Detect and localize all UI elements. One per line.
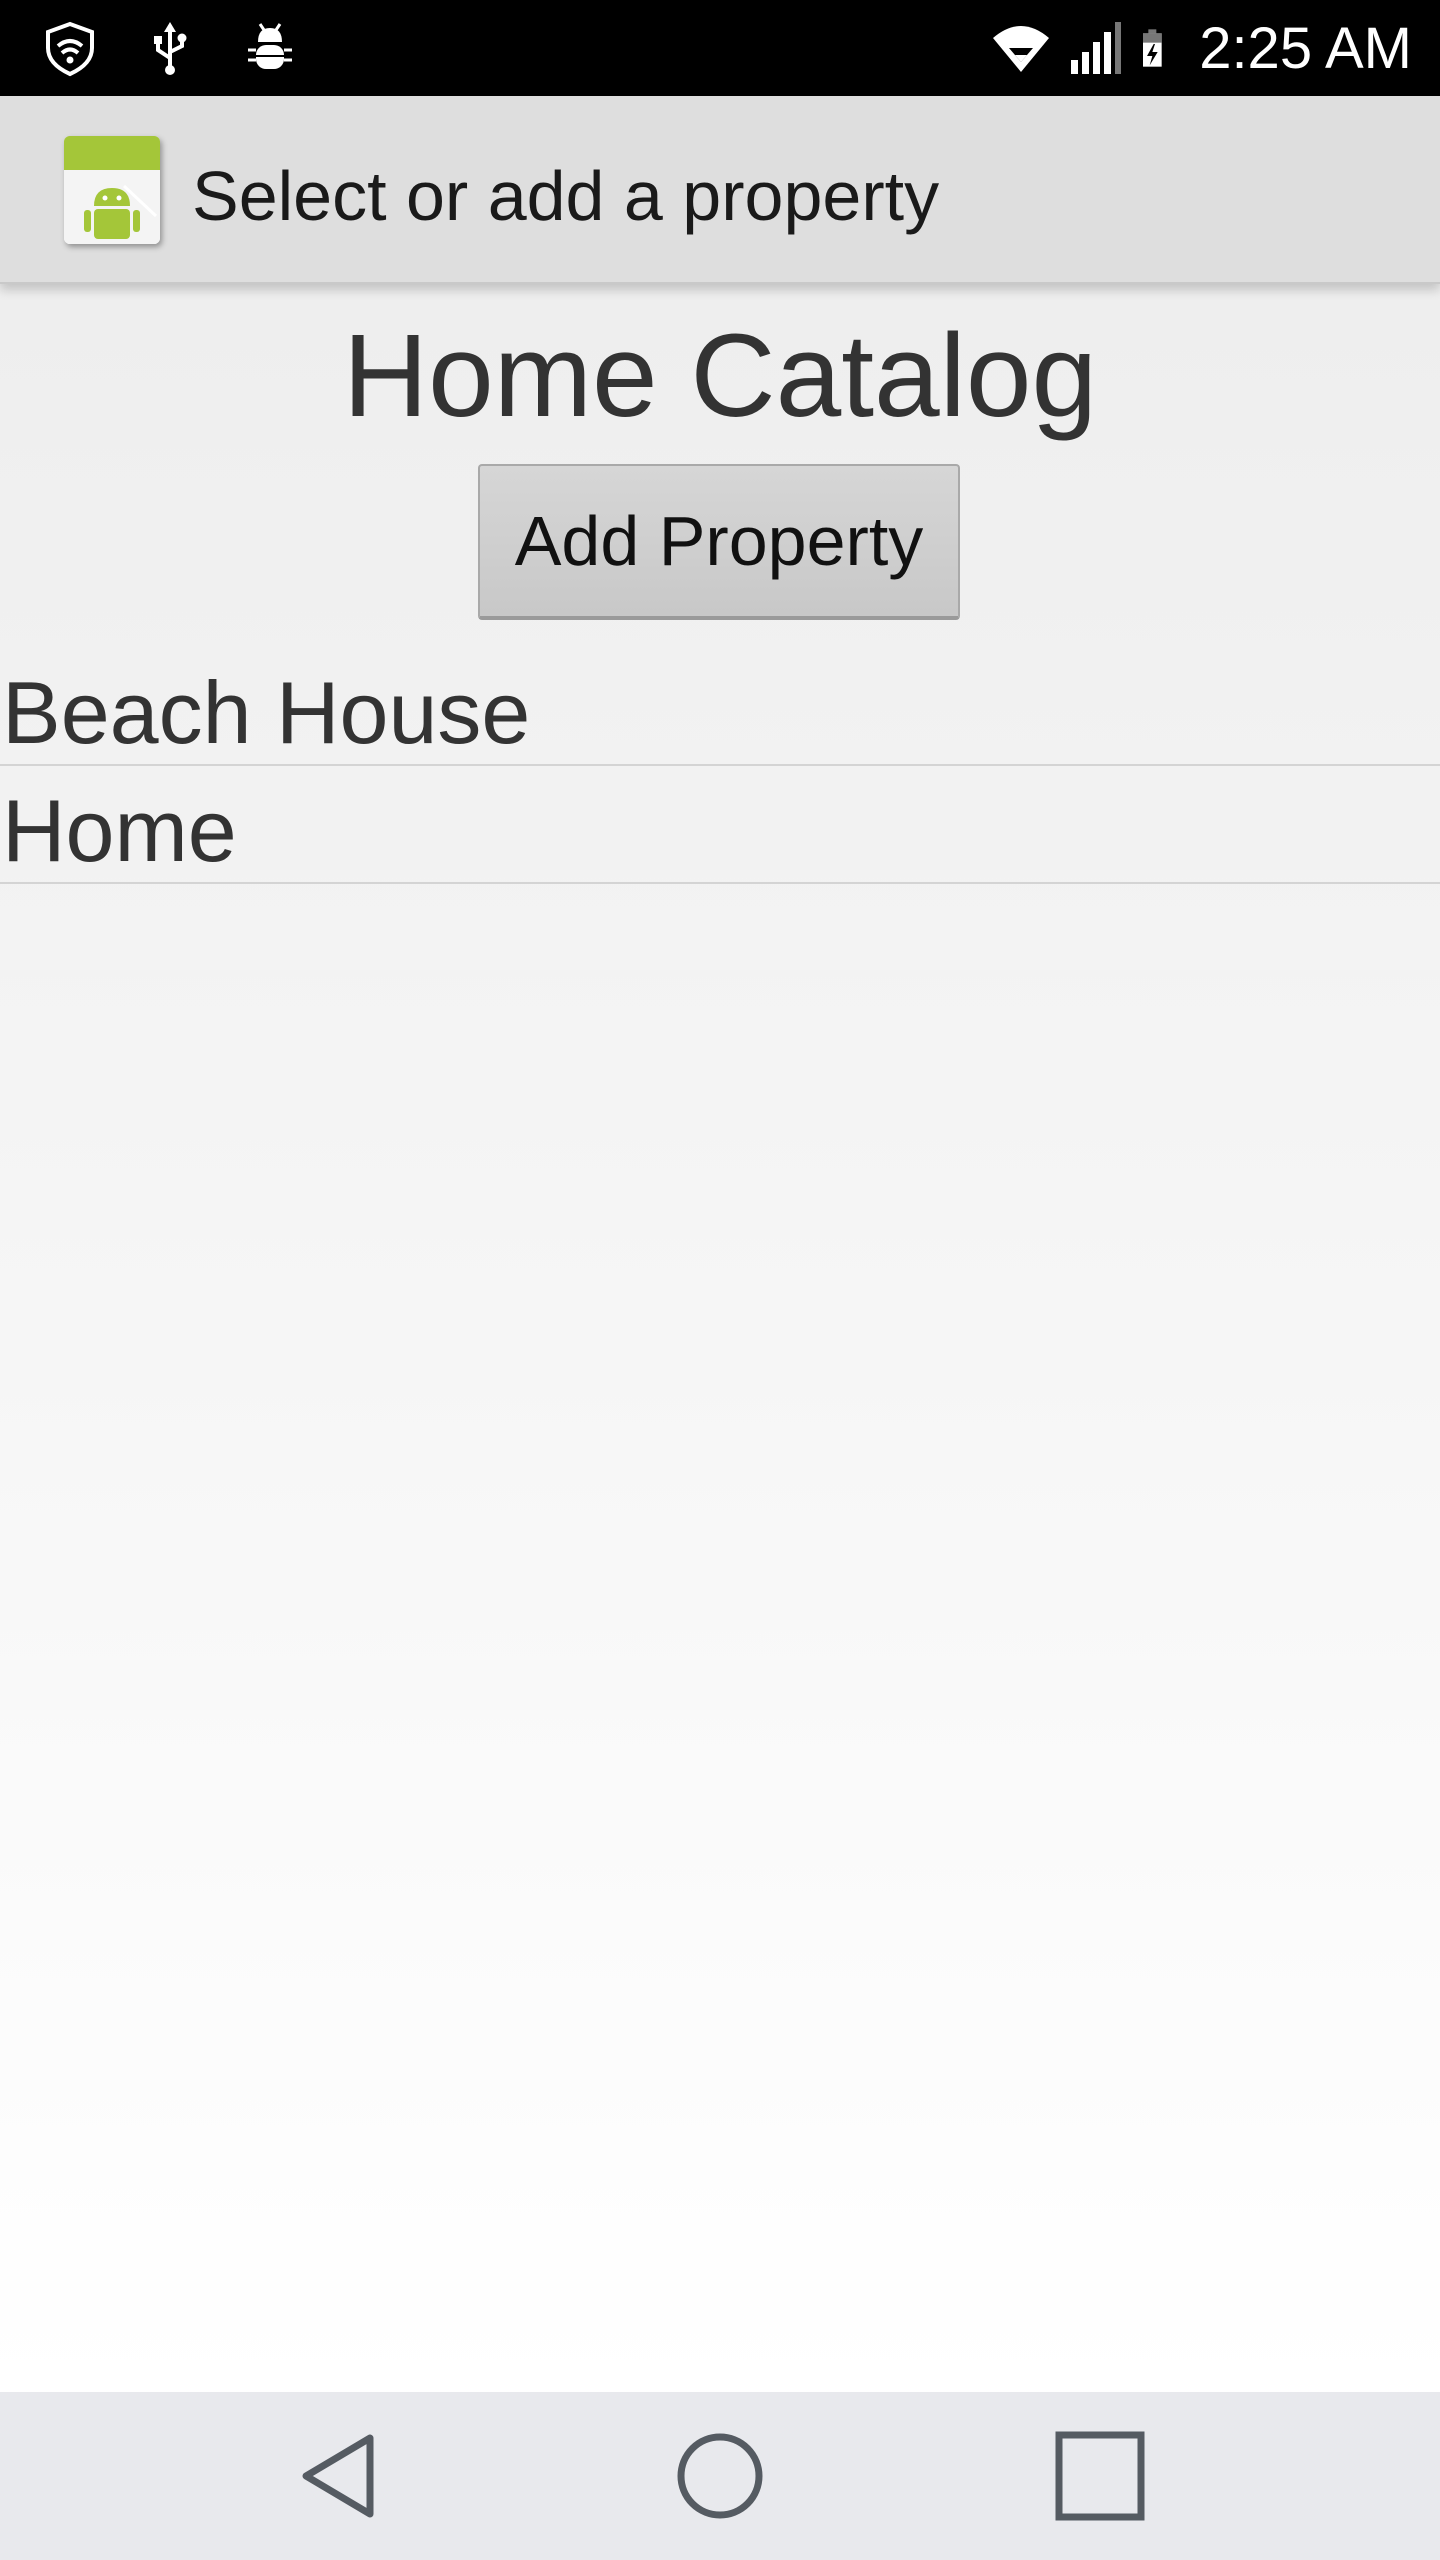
status-time: 2:25 AM	[1199, 15, 1412, 81]
home-button[interactable]	[670, 2426, 770, 2526]
home-icon	[677, 2433, 763, 2519]
add-property-button[interactable]: Add Property	[478, 464, 960, 620]
property-list: Beach House Home	[0, 648, 1440, 884]
recents-button[interactable]	[1050, 2426, 1150, 2526]
page-title: Home Catalog	[342, 310, 1098, 442]
android-robot-icon	[64, 136, 160, 244]
android-app-icon	[64, 136, 160, 244]
shield-wifi-icon	[46, 21, 94, 77]
status-bar: 2:25 AM	[0, 0, 1440, 96]
battery-charging-icon	[1143, 29, 1162, 67]
status-left-icons	[40, 16, 300, 80]
list-item-label: Beach House	[2, 663, 531, 762]
navigation-bar	[0, 2392, 1440, 2560]
recents-icon	[1055, 2431, 1145, 2521]
usb-icon	[154, 22, 187, 75]
action-bar: Select or add a property	[0, 96, 1440, 284]
main-content: Home Catalog Add Property Beach House Ho…	[0, 282, 1440, 2392]
back-icon	[302, 2434, 374, 2518]
status-right-icons: 2:25 AM	[991, 15, 1412, 81]
signal-icon	[1071, 22, 1122, 74]
wifi-icon	[993, 26, 1050, 72]
list-item-home[interactable]: Home	[0, 766, 1440, 884]
list-item-beach-house[interactable]: Beach House	[0, 648, 1440, 766]
bug-icon	[248, 23, 292, 69]
back-button[interactable]	[292, 2426, 392, 2526]
action-bar-title: Select or add a property	[192, 157, 940, 235]
list-item-label: Home	[2, 781, 237, 880]
